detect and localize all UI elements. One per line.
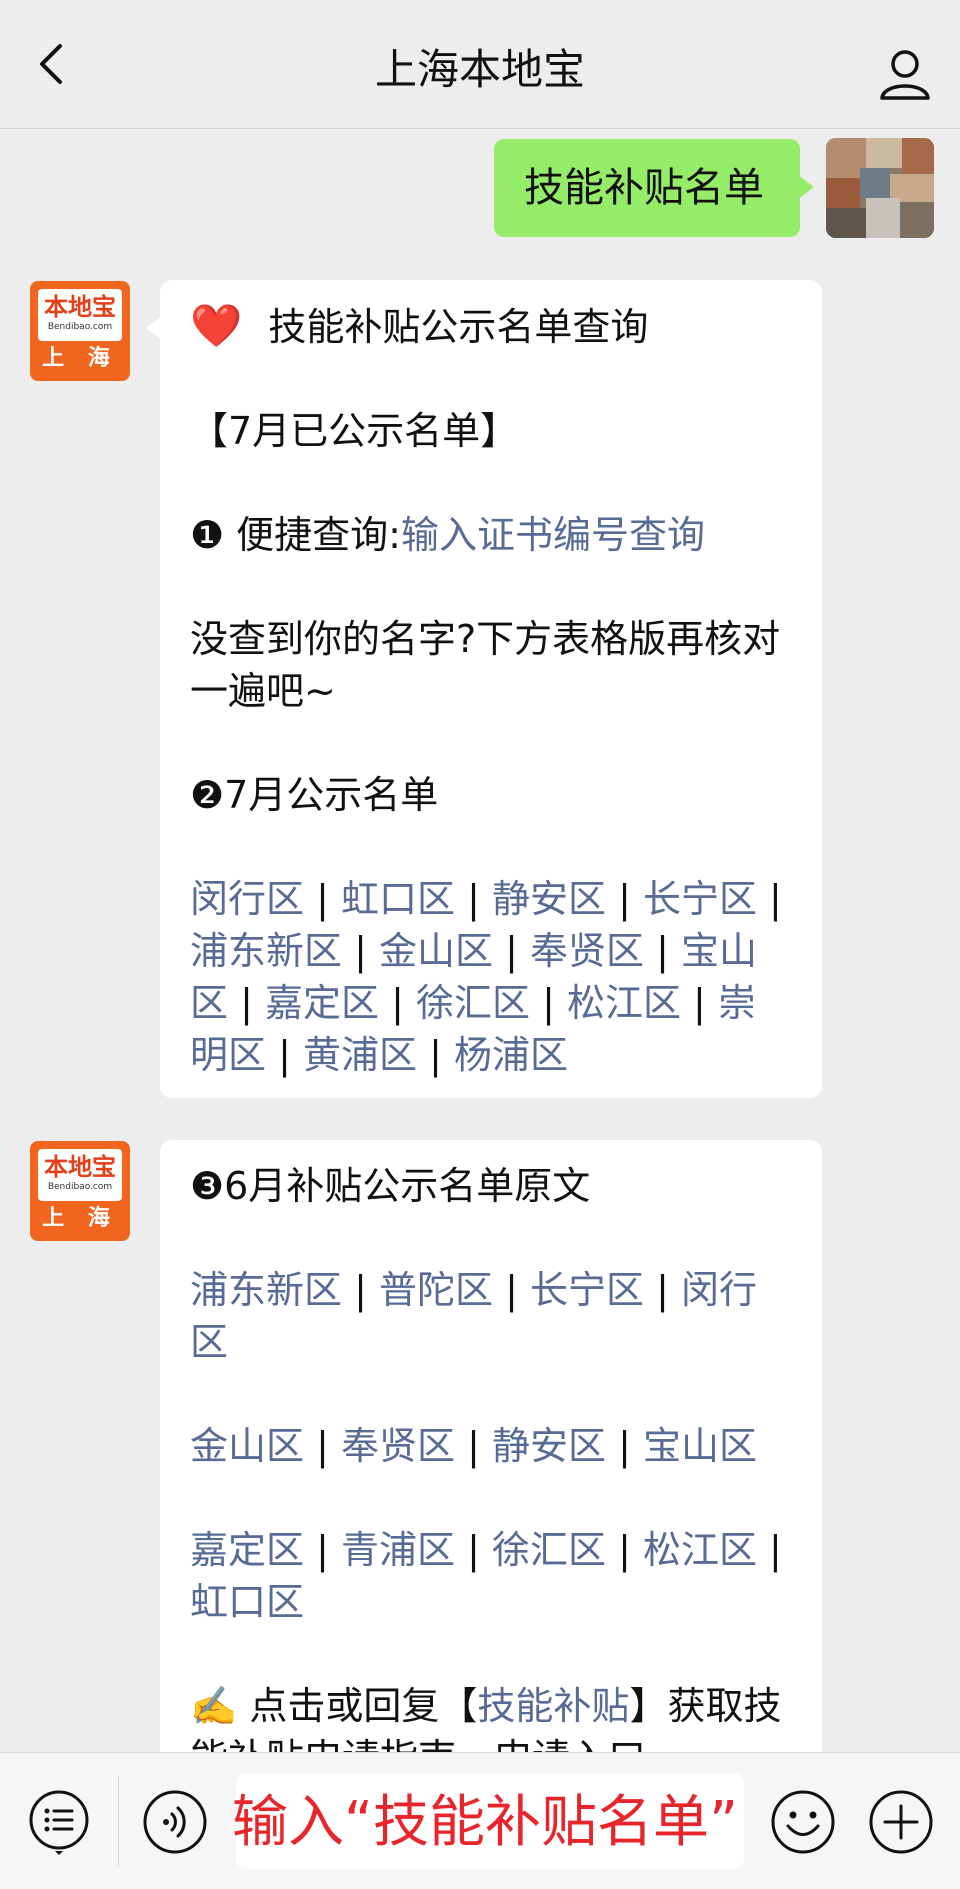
certificate-query-link[interactable]: 输入证书编号查询 <box>401 513 705 557</box>
district-links: 金山区 | 奉贤区 | 静安区 | 宝山区 <box>190 1424 757 1468</box>
district-link[interactable]: 虹口区 <box>190 1580 304 1624</box>
district-link[interactable]: 徐汇区 <box>416 981 530 1025</box>
message-title: 技能补贴公示名单查询 <box>268 305 649 349</box>
district-link[interactable]: 静安区 <box>492 877 606 921</box>
divider <box>118 1775 119 1867</box>
skill-subsidy-link[interactable]: 技能补贴 <box>477 1684 629 1728</box>
district-link[interactable]: 松江区 <box>567 981 681 1025</box>
district-link[interactable]: 松江区 <box>643 1528 757 1572</box>
quick-query-line: ❶ 便捷查询:输入证书编号查询 <box>190 509 792 561</box>
logo-site: Bendibao.com <box>47 322 113 332</box>
writing-hand-icon: ✍️ <box>190 1684 238 1728</box>
district-link[interactable]: 浦东新区 <box>190 929 342 973</box>
bot-message-bubble: ❸6月补贴公示名单原文 浦东新区 | 普陀区 | 长宁区 | 闵行区 金山区 |… <box>160 1140 822 1780</box>
district-link[interactable]: 浦东新区 <box>190 1268 342 1312</box>
district-link[interactable]: 奉贤区 <box>341 1424 455 1468</box>
district-link[interactable]: 徐汇区 <box>492 1528 606 1572</box>
district-link[interactable]: 长宁区 <box>643 877 757 921</box>
section-heading: 【7月已公示名单】 <box>190 409 519 453</box>
logo-badge: 本地宝 Bendibao.com <box>38 289 122 341</box>
user-message-bubble[interactable]: 技能补贴名单 <box>494 139 814 237</box>
logo-brand: 本地宝 <box>44 293 116 321</box>
input-overlay-text: 输入“技能补贴名单” <box>232 1790 739 1855</box>
user-avatar-image <box>826 138 934 238</box>
tip-text: 点击或回复【 <box>237 1684 478 1728</box>
heart-icon: ❤️ <box>190 301 243 350</box>
district-link[interactable]: 闵行区 <box>190 877 304 921</box>
district-link[interactable]: 虹口区 <box>341 877 455 921</box>
chat-title: 上海本地宝 <box>374 45 585 94</box>
bot-avatar[interactable]: 本地宝 Bendibao.com 上 海 <box>30 1141 130 1241</box>
district-link[interactable]: 杨浦区 <box>454 1033 568 1077</box>
top-bar: 上海本地宝 <box>0 0 960 129</box>
district-link[interactable]: 嘉定区 <box>190 1528 304 1572</box>
district-link[interactable]: 普陀区 <box>379 1268 493 1312</box>
district-links: 浦东新区 | 普陀区 | 长宁区 | 闵行区 <box>190 1268 757 1364</box>
bottom-input-bar: 输入“技能补贴名单” <box>0 1752 960 1889</box>
district-link[interactable]: 黄浦区 <box>303 1033 417 1077</box>
message-title-line: ❤️ 技能补贴公示名单查询 <box>190 300 792 353</box>
logo-city: 上 海 <box>42 346 118 371</box>
logo-site: Bendibao.com <box>47 1182 113 1192</box>
logo-city: 上 海 <box>42 1206 118 1231</box>
user-message-text: 技能补贴名单 <box>524 165 764 211</box>
voice-icon[interactable] <box>142 1789 208 1855</box>
district-link[interactable]: 奉贤区 <box>530 929 644 973</box>
district-links: 嘉定区 | 青浦区 | 徐汇区 | 松江区 | 虹口区 <box>190 1528 782 1624</box>
bot-avatar[interactable]: 本地宝 Bendibao.com 上 海 <box>30 281 130 381</box>
district-link[interactable]: 青浦区 <box>341 1528 455 1572</box>
district-link[interactable]: 金山区 <box>190 1424 304 1468</box>
not-found-text: 没查到你的名字?下方表格版再核对一遍吧~ <box>190 617 781 713</box>
district-link[interactable]: 金山区 <box>379 929 493 973</box>
district-link[interactable]: 长宁区 <box>530 1268 644 1312</box>
district-link[interactable]: 宝山区 <box>643 1424 757 1468</box>
section-heading: ❸6月补贴公示名单原文 <box>190 1164 591 1208</box>
bot-message-bubble: ❤️ 技能补贴公示名单查询 【7月已公示名单】 ❶ 便捷查询:输入证书编号查询 … <box>146 280 822 1098</box>
smiley-icon[interactable] <box>770 1789 836 1855</box>
district-link[interactable]: 静安区 <box>492 1424 606 1468</box>
section-heading: ❷7月公示名单 <box>190 773 439 817</box>
person-icon[interactable] <box>872 42 938 108</box>
district-links: 闵行区 | 虹口区 | 静安区 | 长宁区 | 浦东新区 | 金山区 | 奉贤区… <box>190 877 782 1077</box>
menu-list-icon[interactable] <box>26 1789 92 1855</box>
quick-query-label: ❶ 便捷查询: <box>190 513 401 557</box>
district-link[interactable]: 嘉定区 <box>265 981 379 1025</box>
logo-brand: 本地宝 <box>44 1153 116 1181</box>
user-avatar[interactable] <box>826 138 934 238</box>
plus-icon[interactable] <box>868 1789 934 1855</box>
logo-badge: 本地宝 Bendibao.com <box>38 1149 122 1201</box>
